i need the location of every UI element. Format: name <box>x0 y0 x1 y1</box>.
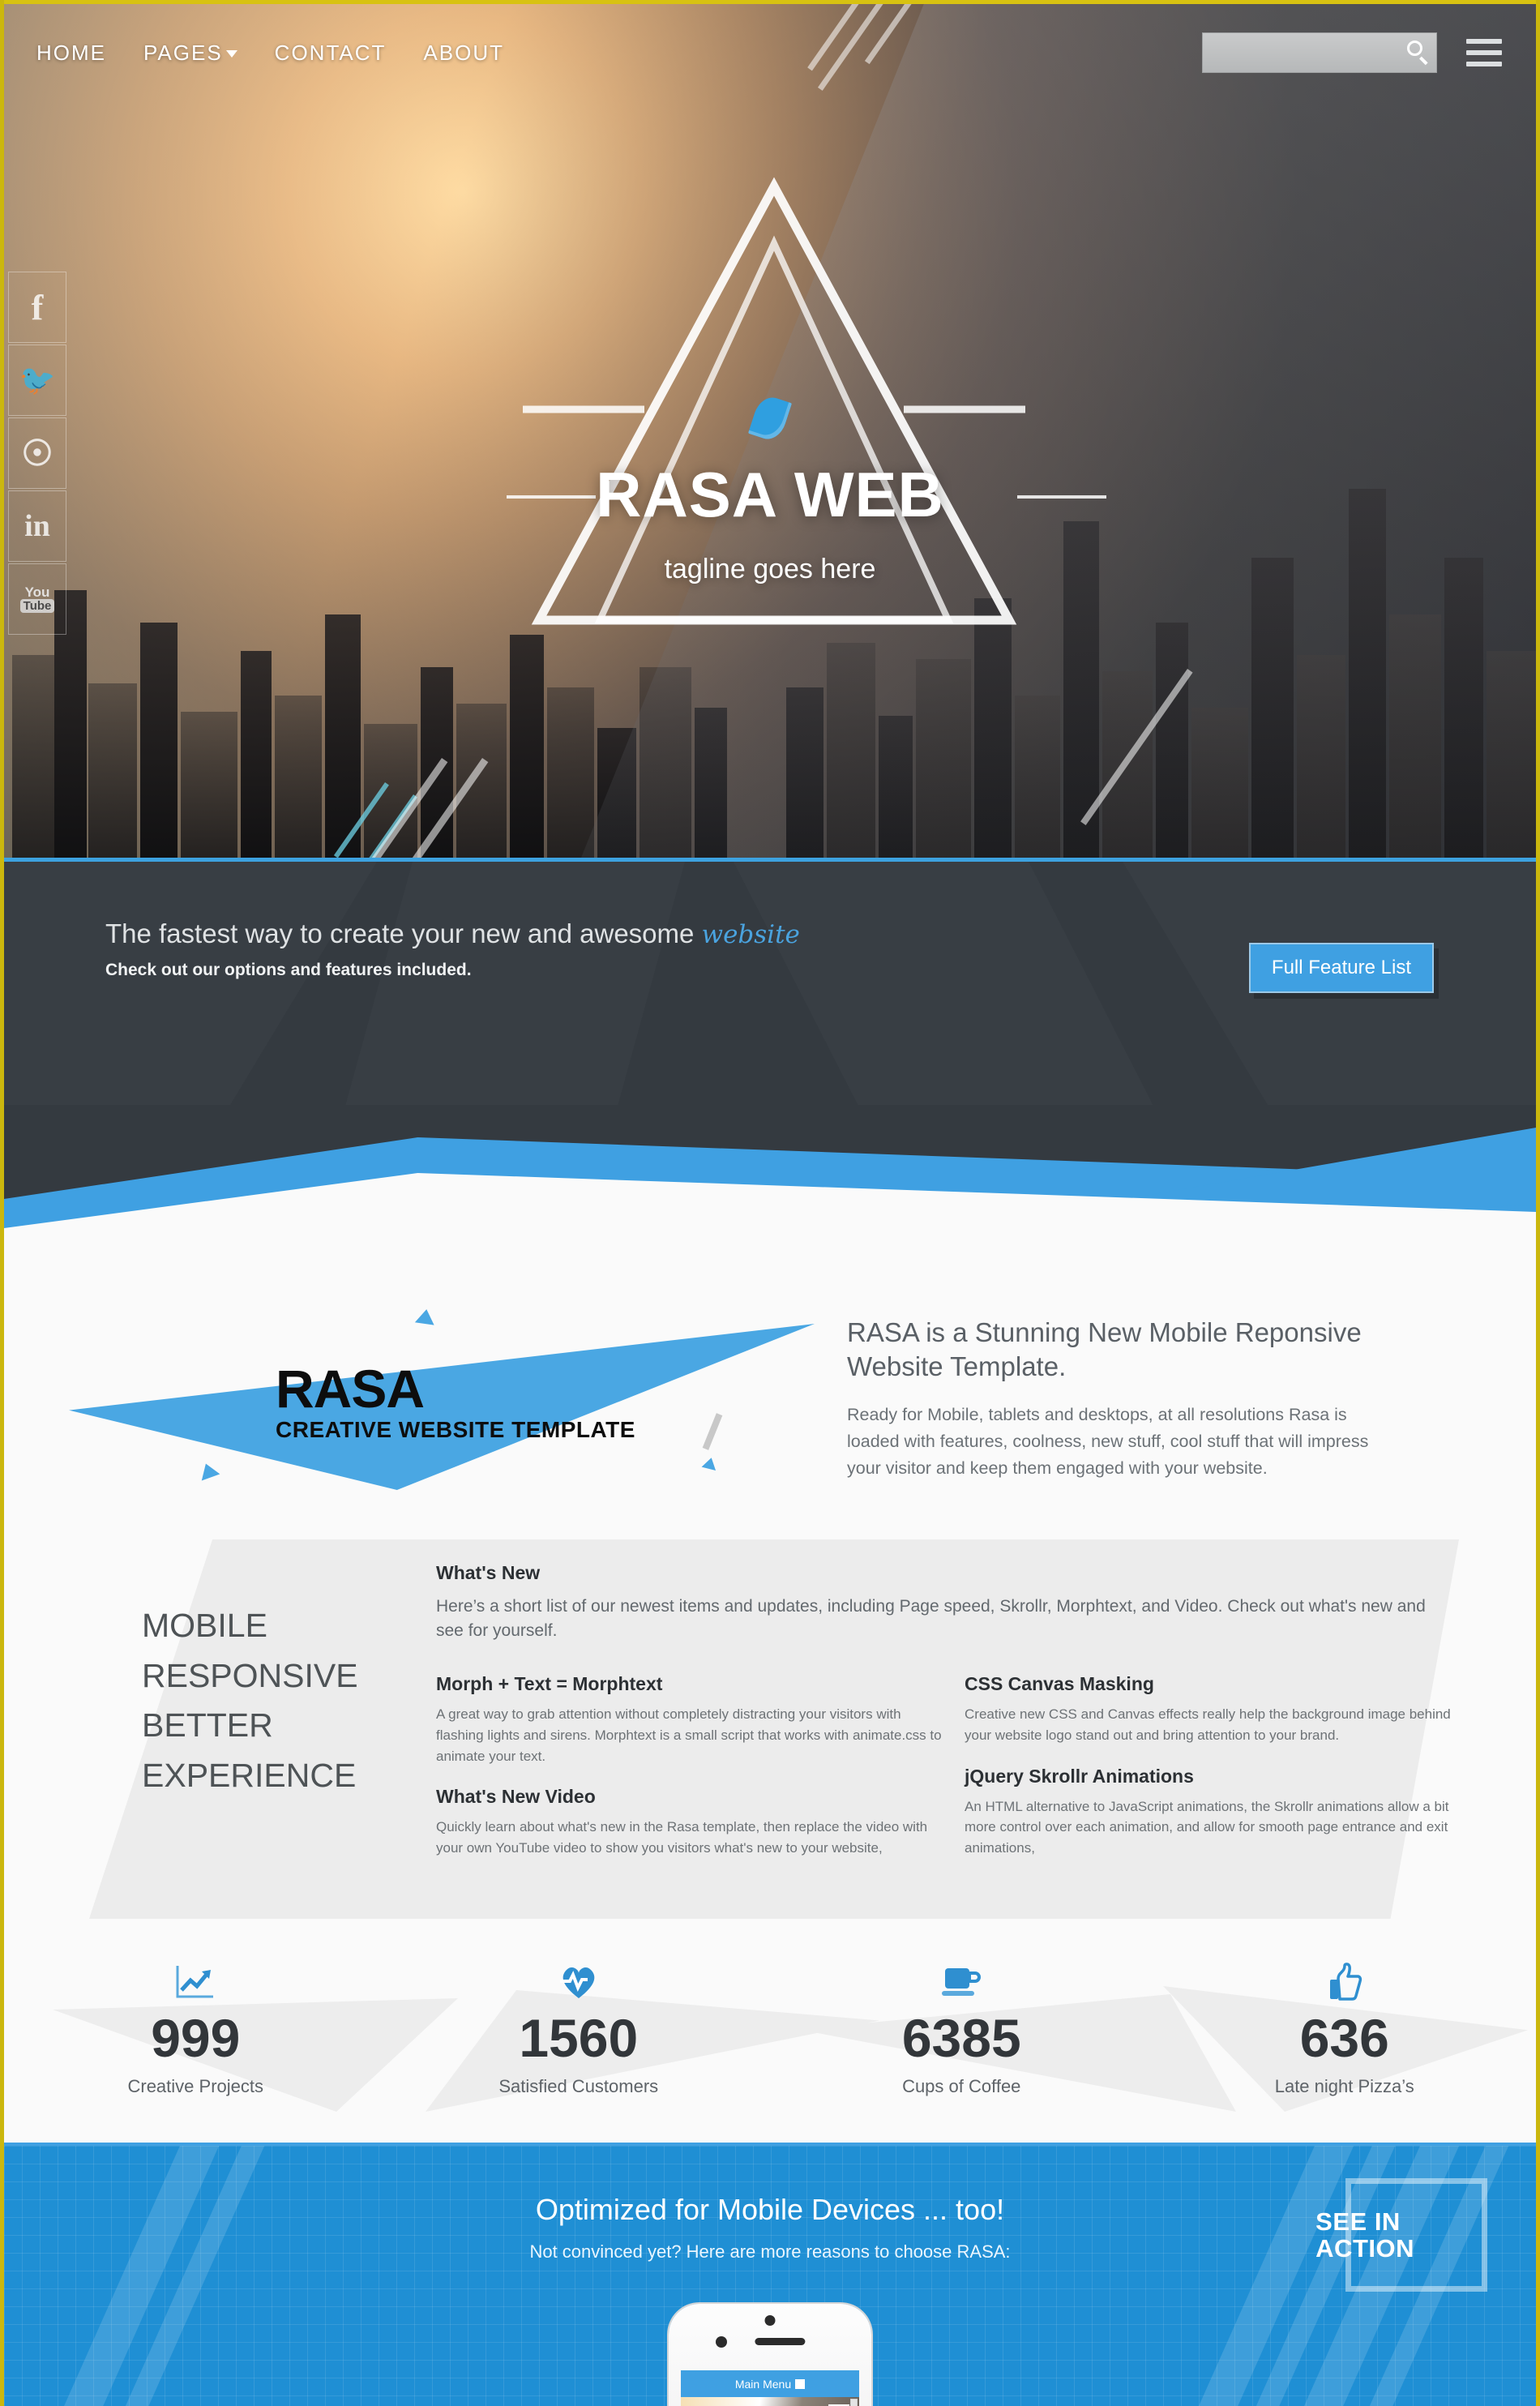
phone-camera-icon <box>764 2315 776 2326</box>
nav-label: PAGES <box>143 40 223 65</box>
feature-body: A great way to grab attention without co… <box>436 1706 942 1764</box>
spark-icon <box>196 1460 220 1481</box>
thumbs-up-icon <box>1153 1958 1537 2006</box>
section-divider <box>4 1105 1536 1267</box>
brand-logo: RASA CREATIVE WEBSITE TEMPLATE <box>4 1291 847 1502</box>
stat-card: 6385 Cups of Coffee <box>770 1958 1153 2097</box>
brand-intro-row: RASA CREATIVE WEBSITE TEMPLATE RASA is a… <box>4 1267 1536 1502</box>
phone-sensor <box>716 2336 727 2348</box>
nav-label: HOME <box>36 40 106 65</box>
hero-tagline: tagline goes here <box>664 554 876 584</box>
stat-card: 1560 Satisfied Customers <box>387 1958 771 2097</box>
nav-item-contact[interactable]: CONTACT <box>275 41 387 66</box>
top-navigation: HOME PAGES CONTACT ABOUT <box>4 4 1536 101</box>
stat-card: 999 Creative Projects <box>4 1958 387 2097</box>
feature-body: An HTML alternative to JavaScript animat… <box>965 1798 1449 1856</box>
feature-title: Morph + Text = Morphtext <box>436 1673 663 1694</box>
social-facebook[interactable]: f <box>8 272 66 343</box>
pillar-line-4: EXPERIENCE <box>142 1756 357 1794</box>
nav-label: ABOUT <box>423 40 504 65</box>
pillar-line-1: MOBILE <box>142 1607 267 1644</box>
whats-new-title: What's New <box>436 1562 541 1583</box>
brand-word: RASA <box>276 1359 425 1419</box>
search-box[interactable] <box>1202 32 1437 73</box>
page-root: RASA WEB tagline goes here HOME PAGES CO… <box>0 0 1540 2406</box>
social-twitter[interactable]: 🐦 <box>8 345 66 416</box>
phone-menu-bar[interactable]: Main Menu <box>681 2370 859 2397</box>
cta-headline-text: The fastest way to create your new and a… <box>105 918 702 948</box>
intro-heading: RASA is a Stunning New Mobile Reponsive … <box>847 1317 1362 1382</box>
spark-icon <box>701 1456 719 1471</box>
heartbeat-icon <box>387 1958 771 2006</box>
phone-scrollbar[interactable] <box>850 2399 858 2406</box>
nav-label: CONTACT <box>274 40 387 65</box>
brand-tagline: CREATIVE WEBSITE TEMPLATE <box>276 1417 635 1442</box>
cta-headline-script: website <box>701 920 800 949</box>
hamburger-icon[interactable] <box>1466 39 1502 66</box>
nav-right-group <box>1202 32 1502 73</box>
brand-slash <box>702 1413 723 1450</box>
nav-item-about[interactable]: ABOUT <box>423 41 504 66</box>
coffee-cup-icon <box>770 1958 1153 2006</box>
stat-card: 636 Late night Pizza’s <box>1153 1958 1537 2097</box>
stat-label: Late night Pizza’s <box>1274 2076 1414 2096</box>
search-input[interactable] <box>1203 33 1436 72</box>
pillars-text: MOBILE RESPONSIVE BETTER EXPERIENCE <box>142 1601 358 1800</box>
nav-links: HOME PAGES CONTACT ABOUT <box>36 41 504 66</box>
phone-menu-label: Main Menu <box>734 2377 792 2391</box>
feature-body: Quickly learn about what's new in the Ra… <box>436 1819 928 1856</box>
hero-title: RASA WEB <box>596 459 944 530</box>
cta-band: The fastest way to create your new and a… <box>4 858 1536 1105</box>
pillar-line-2: RESPONSIVE <box>142 1656 358 1694</box>
intro-text: RASA is a Stunning New Mobile Reponsive … <box>847 1291 1447 1502</box>
feature-title: What's New Video <box>436 1786 596 1808</box>
whats-new-lead: Here’s a short list of our newest items … <box>436 1597 1426 1641</box>
stat-label: Satisfied Customers <box>498 2076 659 2096</box>
hero-section: RASA WEB tagline goes here HOME PAGES CO… <box>4 0 1536 858</box>
social-youtube[interactable]: You Tube <box>8 563 66 635</box>
features-block: MOBILE RESPONSIVE BETTER EXPERIENCE What… <box>4 1539 1536 1929</box>
stat-value: 999 <box>151 2008 241 2068</box>
spark-icon <box>414 1308 437 1325</box>
social-rail: f 🐦 ☉ in You Tube <box>8 272 66 636</box>
badge-line-2: ACTION <box>1315 2233 1414 2263</box>
stat-value: 1560 <box>519 2008 639 2068</box>
phone-screen: Main Menu <box>681 2370 859 2406</box>
badge-line-1: SEE IN <box>1315 2207 1401 2236</box>
feature-body: Creative new CSS and Canvas effects real… <box>965 1706 1451 1743</box>
phone-mockup: Main Menu <box>669 2304 871 2406</box>
stat-label: Creative Projects <box>127 2076 263 2096</box>
see-in-action-badge[interactable]: SEE IN ACTION <box>1315 2207 1414 2263</box>
stat-value: 636 <box>1299 2008 1389 2068</box>
feature-title: CSS Canvas Masking <box>965 1673 1154 1694</box>
content-section: RASA CREATIVE WEBSITE TEMPLATE RASA is a… <box>4 1267 1536 2143</box>
feature-left-column: Morph + Text = Morphtext A great way to … <box>436 1673 943 1859</box>
stat-label: Cups of Coffee <box>902 2076 1021 2096</box>
pillar-line-3: BETTER <box>142 1706 273 1744</box>
mobile-section: Optimized for Mobile Devices ... too! No… <box>4 2143 1536 2406</box>
phone-speaker <box>755 2338 806 2345</box>
social-pinterest[interactable]: ☉ <box>8 417 66 489</box>
chevron-down-icon <box>225 50 237 58</box>
grid-icon <box>795 2378 806 2389</box>
nav-item-pages[interactable]: PAGES <box>143 41 237 66</box>
nav-item-home[interactable]: HOME <box>36 41 106 66</box>
stats-row: 999 Creative Projects 1560 Satisfied Cus… <box>4 1958 1536 2134</box>
feature-title: jQuery Skrollr Animations <box>965 1765 1194 1787</box>
search-icon[interactable] <box>1407 41 1428 65</box>
social-linkedin[interactable]: in <box>8 490 66 562</box>
full-feature-list-button[interactable]: Full Feature List <box>1248 943 1434 993</box>
stat-value: 6385 <box>901 2008 1021 2068</box>
whats-new-intro: What's New Here’s a short list of our ne… <box>436 1562 1449 1644</box>
intro-body: Ready for Mobile, tablets and desktops, … <box>847 1405 1369 1478</box>
feature-right-column: CSS Canvas Masking Creative new CSS and … <box>965 1673 1467 1859</box>
chart-growth-icon <box>4 1958 387 2006</box>
